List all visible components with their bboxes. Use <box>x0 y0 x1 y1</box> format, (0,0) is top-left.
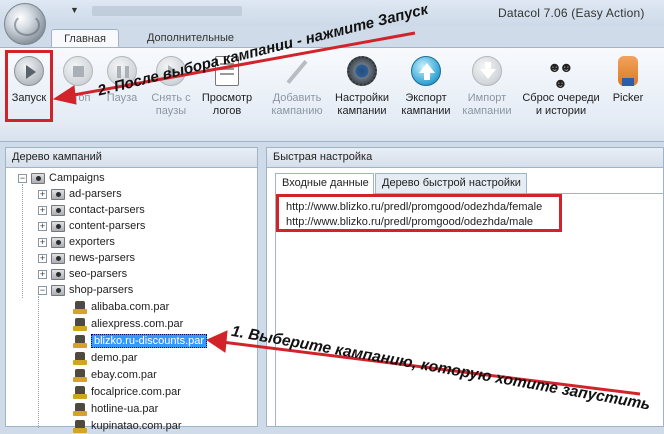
folder-icon <box>51 220 65 232</box>
picker-button[interactable]: Picker <box>606 48 650 126</box>
urls-highlight-box <box>276 194 562 232</box>
quick-access-chevron-icon[interactable]: ▼ <box>70 5 79 15</box>
tab-additional[interactable]: Дополнительные <box>128 29 253 49</box>
campaign-tree-title: Дерево кампаний <box>6 148 257 168</box>
robot-icon <box>72 334 88 348</box>
reset-people-icon <box>542 56 576 91</box>
tree-folder-label: shop-parsers <box>69 284 134 296</box>
tree-folder[interactable]: + seo-parsers <box>38 266 127 282</box>
folder-icon <box>51 268 65 280</box>
resume-label: Снять с паузы <box>151 92 191 117</box>
robot-icon <box>72 368 88 382</box>
stop-button[interactable]: Стоп <box>56 48 100 126</box>
export-campaign-button[interactable]: Экспорт кампании <box>397 48 455 126</box>
picker-label: Picker <box>612 92 644 104</box>
tab-quick-settings-tree[interactable]: Дерево быстрой настройки <box>375 173 527 193</box>
blurred-title-text <box>92 6 242 16</box>
import-arrow-icon <box>472 56 502 86</box>
campaign-item-label: focalprice.com.par <box>91 386 181 398</box>
campaign-settings-label: Настройки кампании <box>335 92 389 117</box>
robot-icon <box>72 385 88 399</box>
tree-folder[interactable]: + exporters <box>38 234 115 250</box>
title-bar: ▼ Datacol 7.06 (Easy Action) <box>0 0 664 26</box>
folder-icon <box>31 172 45 184</box>
folder-icon <box>51 284 65 296</box>
tree-folder-label: content-parsers <box>69 220 146 232</box>
reset-queue-button[interactable]: Сброс очереди и истории <box>519 48 603 126</box>
import-campaign-label: Импорт кампании <box>462 92 512 117</box>
robot-icon <box>72 317 88 331</box>
collapse-icon[interactable]: − <box>38 285 47 295</box>
quick-settings-title: Быстрая настройка <box>267 148 663 168</box>
quick-settings-panel: Быстрая настройка Входные данные Дерево … <box>266 147 664 427</box>
expand-icon[interactable]: + <box>38 269 47 279</box>
expand-icon[interactable]: + <box>38 237 47 247</box>
campaign-item-label: hotline-ua.par <box>91 403 159 415</box>
campaign-item[interactable]: aliexpress.com.par <box>72 316 183 332</box>
folder-icon <box>51 204 65 216</box>
campaign-item-label: aliexpress.com.par <box>91 318 184 330</box>
robot-icon <box>72 419 88 433</box>
tree-root-label: Campaigns <box>49 172 105 184</box>
campaign-item[interactable]: alibaba.com.par <box>72 299 169 315</box>
tree-folder[interactable]: + ad-parsers <box>38 186 122 202</box>
robot-icon <box>72 300 88 314</box>
export-campaign-label: Экспорт кампании <box>401 92 451 117</box>
add-campaign-button[interactable]: Добавить кампанию <box>266 48 328 126</box>
view-logs-label: Просмотр логов <box>201 92 253 117</box>
tree-folder[interactable]: − shop-parsers <box>38 282 133 298</box>
campaign-item[interactable]: kupinatao.com.par <box>72 418 182 434</box>
campaign-item-label: kupinatao.com.par <box>91 420 182 432</box>
tree-folder-label: ad-parsers <box>69 188 122 200</box>
folder-icon <box>51 252 65 264</box>
tab-input-data[interactable]: Входные данные <box>275 173 374 194</box>
tree-folder[interactable]: + content-parsers <box>38 218 145 234</box>
stop-label: Стоп <box>65 92 91 104</box>
campaign-item-label: blizko.ru-discounts.par <box>91 334 208 348</box>
campaign-item[interactable]: demo.par <box>72 350 137 366</box>
campaign-item-selected[interactable]: blizko.ru-discounts.par <box>72 333 208 349</box>
export-arrow-icon <box>411 56 441 86</box>
folder-icon <box>51 236 65 248</box>
tree-folder-label: seo-parsers <box>69 268 128 280</box>
tree-folder-label: news-parsers <box>69 252 136 264</box>
stop-icon <box>63 56 93 86</box>
campaign-tree: − Campaigns + ad-parsers + contact-parsers … <box>6 170 257 433</box>
window-title: Datacol 7.06 (Easy Action) <box>498 6 645 20</box>
campaign-item[interactable]: focalprice.com.par <box>72 384 181 400</box>
campaign-item-label: ebay.com.par <box>91 369 157 381</box>
magic-wand-icon <box>282 56 312 86</box>
tree-folder[interactable]: + contact-parsers <box>38 202 145 218</box>
robot-icon <box>72 351 88 365</box>
expand-icon[interactable]: + <box>38 189 47 199</box>
tree-folder-label: exporters <box>69 236 115 248</box>
campaign-tree-panel: Дерево кампаний − Campaigns + ad-parsers +… <box>5 147 258 433</box>
folder-icon <box>51 188 65 200</box>
tree-folder-label: contact-parsers <box>69 204 145 216</box>
add-campaign-label: Добавить кампанию <box>271 92 323 117</box>
campaign-item[interactable]: ebay.com.par <box>72 367 157 383</box>
campaign-item-label: alibaba.com.par <box>91 301 170 313</box>
expand-icon[interactable]: + <box>38 205 47 215</box>
app-menu-orb-icon[interactable] <box>4 3 46 45</box>
launch-highlight-box <box>5 50 53 122</box>
reset-queue-label: Сброс очереди и истории <box>522 92 600 117</box>
tree-folder[interactable]: + news-parsers <box>38 250 135 266</box>
tab-main[interactable]: Главная <box>51 29 119 49</box>
campaign-settings-button[interactable]: Настройки кампании <box>331 48 393 126</box>
campaign-item[interactable]: hotline-ua.par <box>72 401 158 417</box>
robot-icon <box>72 402 88 416</box>
expand-icon[interactable]: + <box>38 253 47 263</box>
import-campaign-button[interactable]: Импорт кампании <box>459 48 515 126</box>
tree-root[interactable]: − Campaigns <box>18 170 105 186</box>
collapse-icon[interactable]: − <box>18 173 27 183</box>
campaign-item-label: demo.par <box>91 352 138 364</box>
expand-icon[interactable]: + <box>38 221 47 231</box>
picker-hand-icon <box>618 56 638 86</box>
gears-icon <box>347 56 377 86</box>
